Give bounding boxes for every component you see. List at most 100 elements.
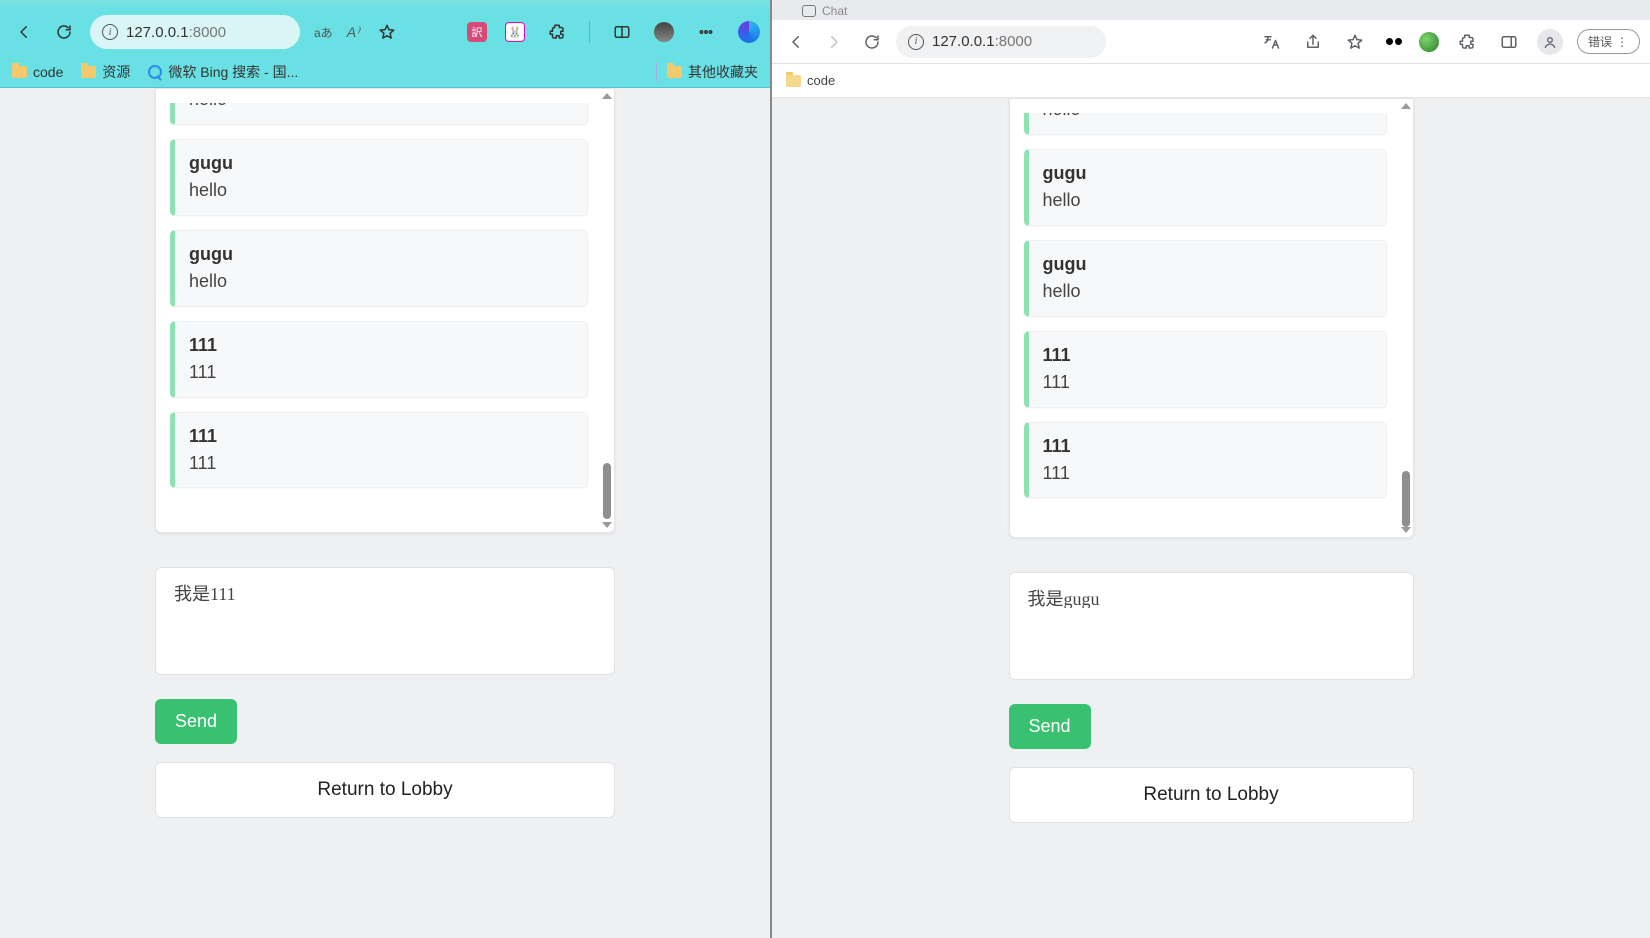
copilot-icon[interactable] (738, 21, 760, 43)
favorite-icon[interactable] (373, 18, 401, 46)
page-body: helloguguhelloguguhello111111111111 Send… (0, 88, 770, 938)
page-body: helloguguhelloguguhello111111111111 Send… (772, 98, 1650, 938)
message-text: 111 (1043, 369, 1372, 397)
divider (656, 63, 657, 81)
folder-icon (81, 66, 96, 78)
message-composer[interactable] (1009, 572, 1414, 680)
vdivider (589, 21, 590, 43)
scroll-up-icon[interactable] (602, 93, 612, 99)
message-text: 111 (189, 450, 573, 478)
return-lobby-button[interactable]: Return to Lobby (155, 762, 615, 818)
back-button[interactable] (10, 18, 38, 46)
refresh-button[interactable] (50, 18, 78, 46)
tab-title[interactable]: Chat (802, 4, 847, 20)
message-text: hello (189, 103, 573, 114)
chrome-tabstrip: Chat (772, 0, 1650, 20)
translate-hint[interactable]: aあ (314, 24, 333, 41)
message-sender: gugu (1043, 160, 1372, 187)
chat-app: helloguguhelloguguhello111111111111 Send… (155, 88, 615, 818)
message-list[interactable]: helloguguhelloguguhello111111111111 (170, 103, 600, 518)
message-sender: gugu (189, 241, 573, 268)
url-text: 127.0.0.1:8000 (126, 24, 226, 41)
send-button[interactable]: Send (1009, 704, 1091, 749)
search-icon (148, 65, 162, 79)
chat-app: helloguguhelloguguhello111111111111 Send… (1009, 98, 1414, 823)
chat-message: hello (170, 103, 588, 125)
error-indicator[interactable]: 错误⋮ (1577, 29, 1640, 54)
edge-toolbar: i 127.0.0.1:8000 aあ A⁾ 訳 🐰 (0, 8, 770, 56)
chrome-bookmark-bar: code (772, 64, 1650, 98)
message-sender: gugu (1043, 251, 1372, 278)
site-info-icon[interactable]: i (908, 34, 924, 50)
return-lobby-button[interactable]: Return to Lobby (1009, 767, 1414, 823)
message-sender: 111 (1043, 342, 1372, 369)
message-text: 111 (189, 359, 573, 387)
extensions-icon[interactable] (1453, 28, 1481, 56)
bookmark-bing[interactable]: 微软 Bing 搜索 - 国... (148, 62, 298, 82)
address-bar[interactable]: i 127.0.0.1:8000 (90, 15, 300, 49)
share-icon[interactable] (1299, 28, 1327, 56)
chat-message: 111111 (1024, 331, 1387, 408)
read-aloud-icon[interactable]: A⁾ (347, 24, 360, 41)
extension-globe-icon[interactable] (1419, 32, 1439, 52)
scrollbar[interactable] (602, 93, 612, 528)
message-text: hello (189, 177, 573, 205)
chat-message: hello (1024, 113, 1387, 135)
chat-message: 111111 (1024, 422, 1387, 499)
profile-avatar[interactable] (654, 22, 674, 42)
bookmark-code[interactable]: code (12, 64, 63, 80)
message-composer[interactable] (155, 567, 615, 675)
message-list[interactable]: helloguguhelloguguhello111111111111 (1024, 113, 1399, 523)
scroll-thumb[interactable] (1402, 471, 1410, 527)
extensions-icon[interactable] (543, 18, 571, 46)
bookmark-code[interactable]: code (786, 73, 835, 88)
chat-bubble-icon (802, 5, 816, 17)
send-button[interactable]: Send (155, 699, 237, 744)
more-icon[interactable] (692, 18, 720, 46)
site-info-icon[interactable]: i (102, 24, 118, 40)
back-button[interactable] (782, 28, 810, 56)
folder-icon (667, 66, 682, 78)
chat-message: guguhello (1024, 149, 1387, 226)
address-actions: aあ A⁾ (314, 18, 401, 46)
sidepanel-icon[interactable] (1495, 28, 1523, 56)
scrollbar[interactable] (1401, 103, 1411, 533)
chat-window: helloguguhelloguguhello111111111111 (1009, 98, 1414, 538)
edge-tabstrip (0, 0, 770, 8)
forward-button[interactable] (820, 28, 848, 56)
bookmark-other[interactable]: 其他收藏夹 (667, 62, 758, 82)
url-text: 127.0.0.1:8000 (932, 33, 1032, 50)
chat-message: guguhello (170, 230, 588, 307)
favorite-icon[interactable] (1341, 28, 1369, 56)
message-text: hello (1043, 278, 1372, 306)
extension-icon-1[interactable]: 訳 (467, 22, 487, 42)
message-input[interactable] (1028, 587, 1395, 608)
scroll-down-icon[interactable] (602, 522, 612, 528)
extension-icon-2[interactable]: 🐰 (505, 22, 525, 42)
edge-window: i 127.0.0.1:8000 aあ A⁾ 訳 🐰 (0, 0, 770, 938)
folder-icon (12, 66, 27, 78)
refresh-button[interactable] (858, 28, 886, 56)
message-text: 111 (1043, 460, 1372, 488)
edge-bookmark-bar: code 资源 微软 Bing 搜索 - 国... 其他收藏夹 (0, 56, 770, 88)
extension-panda-icon[interactable] (1383, 34, 1405, 50)
bookmark-resources[interactable]: 资源 (81, 62, 130, 82)
scroll-up-icon[interactable] (1401, 103, 1411, 109)
scroll-thumb[interactable] (603, 463, 611, 519)
folder-icon (786, 75, 801, 87)
chrome-toolbar: i 127.0.0.1:8000 错误⋮ (772, 20, 1650, 64)
message-sender: 111 (1043, 433, 1372, 460)
message-sender: 111 (189, 332, 573, 359)
scroll-down-icon[interactable] (1401, 527, 1411, 533)
message-input[interactable] (174, 582, 596, 603)
chrome-window: Chat i 127.0.0.1:8000 错误 (770, 0, 1650, 938)
translate-icon[interactable] (1257, 28, 1285, 56)
split-screen-icon[interactable] (608, 18, 636, 46)
chat-message: guguhello (170, 139, 588, 216)
profile-icon[interactable] (1537, 29, 1563, 55)
message-text: hello (1043, 187, 1372, 215)
chat-message: guguhello (1024, 240, 1387, 317)
address-bar[interactable]: i 127.0.0.1:8000 (896, 26, 1106, 58)
chat-message: 111111 (170, 412, 588, 489)
message-sender: gugu (189, 150, 573, 177)
